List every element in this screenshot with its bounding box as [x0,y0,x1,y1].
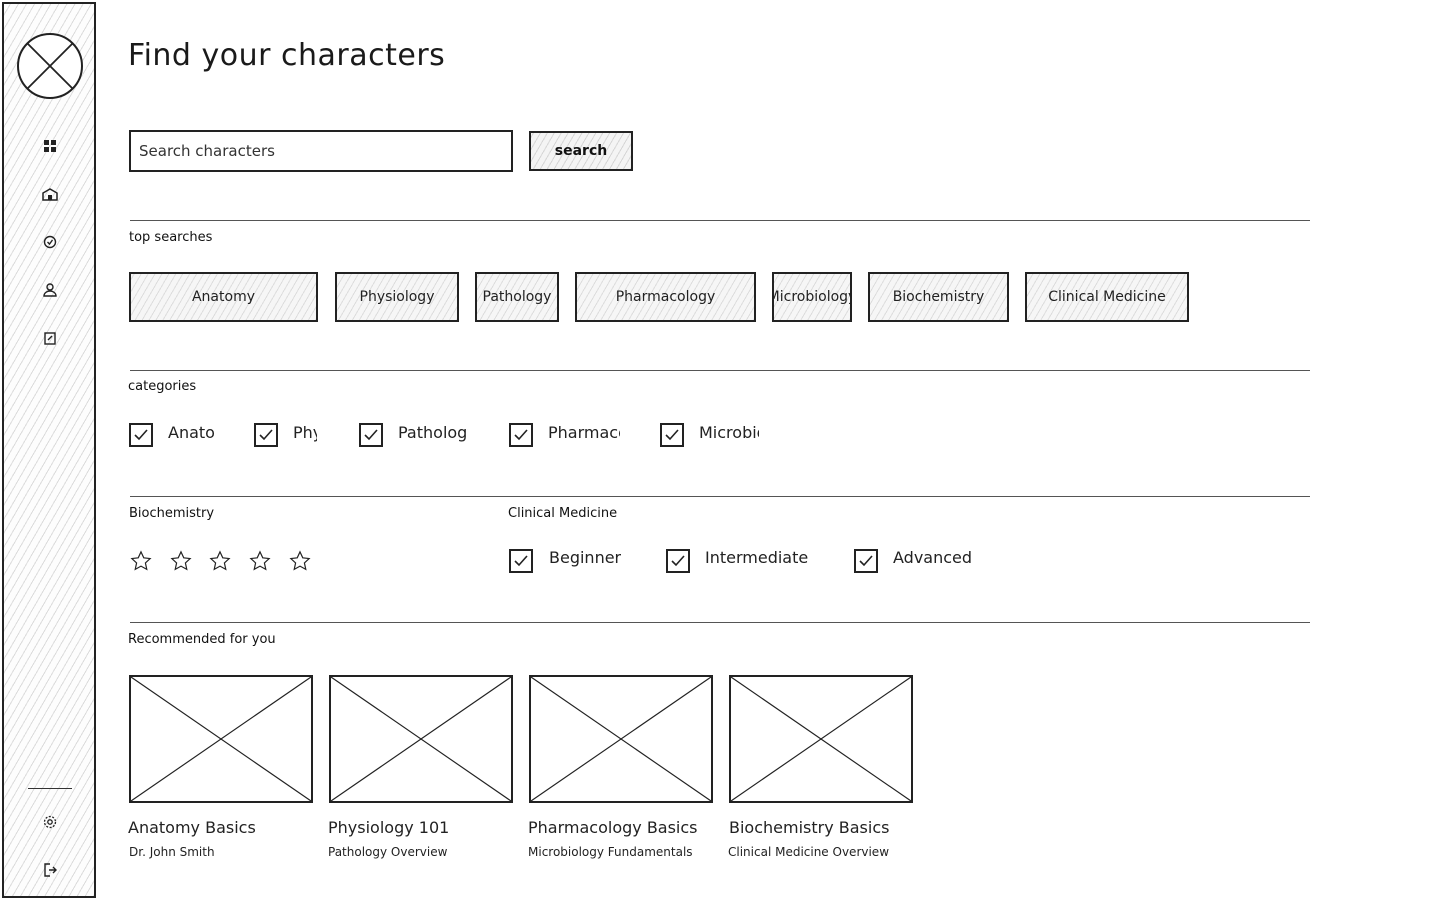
card-title[interactable]: Biochemistry Basics [729,818,889,837]
card-title[interactable]: Physiology 101 [328,818,449,837]
card-image-placeholder[interactable] [129,675,313,803]
category-checkbox[interactable] [359,423,383,447]
top-search-chip[interactable]: Pathology [475,272,559,322]
recommended-label: Recommended for you [128,632,276,647]
top-search-chip[interactable]: Physiology [335,272,459,322]
card-image-placeholder[interactable] [529,675,713,803]
top-search-chip[interactable]: Pharmacology [575,272,756,322]
level-option-label: Intermediate [705,548,809,567]
logo-placeholder-icon [17,33,83,99]
level-option-label: Beginner [549,548,622,567]
top-search-chip[interactable]: Biochemistry [868,272,1009,322]
sidebar-divider [28,788,72,789]
category-label: Pathology [398,423,468,442]
dashboard-icon[interactable] [40,136,60,156]
logout-icon[interactable] [40,860,60,880]
card-image-placeholder[interactable] [729,675,913,803]
divider [130,220,1310,221]
card-subtitle: Pathology Overview [328,845,448,859]
assignment-icon[interactable] [40,328,60,348]
category-checkbox[interactable] [660,423,684,447]
level-option-label: Advanced [893,548,973,567]
card-subtitle: Dr. John Smith [129,845,215,859]
star-icon[interactable] [209,550,231,572]
card-subtitle: Microbiology Fundamentals [528,845,693,859]
top-search-chip[interactable]: Anatomy [129,272,318,322]
divider [130,370,1310,371]
star-icon[interactable] [170,550,192,572]
page-title: Find your characters [128,38,446,73]
level-label: Clinical Medicine [508,506,618,521]
level-checkbox[interactable] [509,549,533,573]
category-label: Pharmacology [548,423,620,442]
rating-label: Biochemistry [129,506,215,521]
category-label: Microbiology [699,423,759,442]
divider [130,622,1310,623]
category-checkbox[interactable] [509,423,533,447]
top-search-chip[interactable]: Microbiology [772,272,852,322]
category-label: Anatomy [168,423,214,442]
top-searches-label: top searches [129,230,213,245]
user-icon[interactable] [40,280,60,300]
star-icon[interactable] [130,550,152,572]
level-checkbox[interactable] [666,549,690,573]
sidebar [2,2,96,898]
card-title[interactable]: Anatomy Basics [128,818,256,837]
verified-icon[interactable] [40,232,60,252]
star-icon[interactable] [249,550,271,572]
settings-icon[interactable] [40,812,60,832]
category-label: Physiology [293,423,317,442]
divider [130,496,1310,497]
search-input[interactable] [129,130,513,172]
card-image-placeholder[interactable] [329,675,513,803]
top-search-chip[interactable]: Clinical Medicine [1025,272,1189,322]
categories-label: categories [128,379,197,394]
search-button[interactable]: search [529,131,633,171]
level-checkbox[interactable] [854,549,878,573]
star-icon[interactable] [289,550,311,572]
card-title[interactable]: Pharmacology Basics [528,818,698,837]
category-checkbox[interactable] [129,423,153,447]
school-icon[interactable] [40,184,60,204]
card-subtitle: Clinical Medicine Overview [728,845,890,859]
category-checkbox[interactable] [254,423,278,447]
